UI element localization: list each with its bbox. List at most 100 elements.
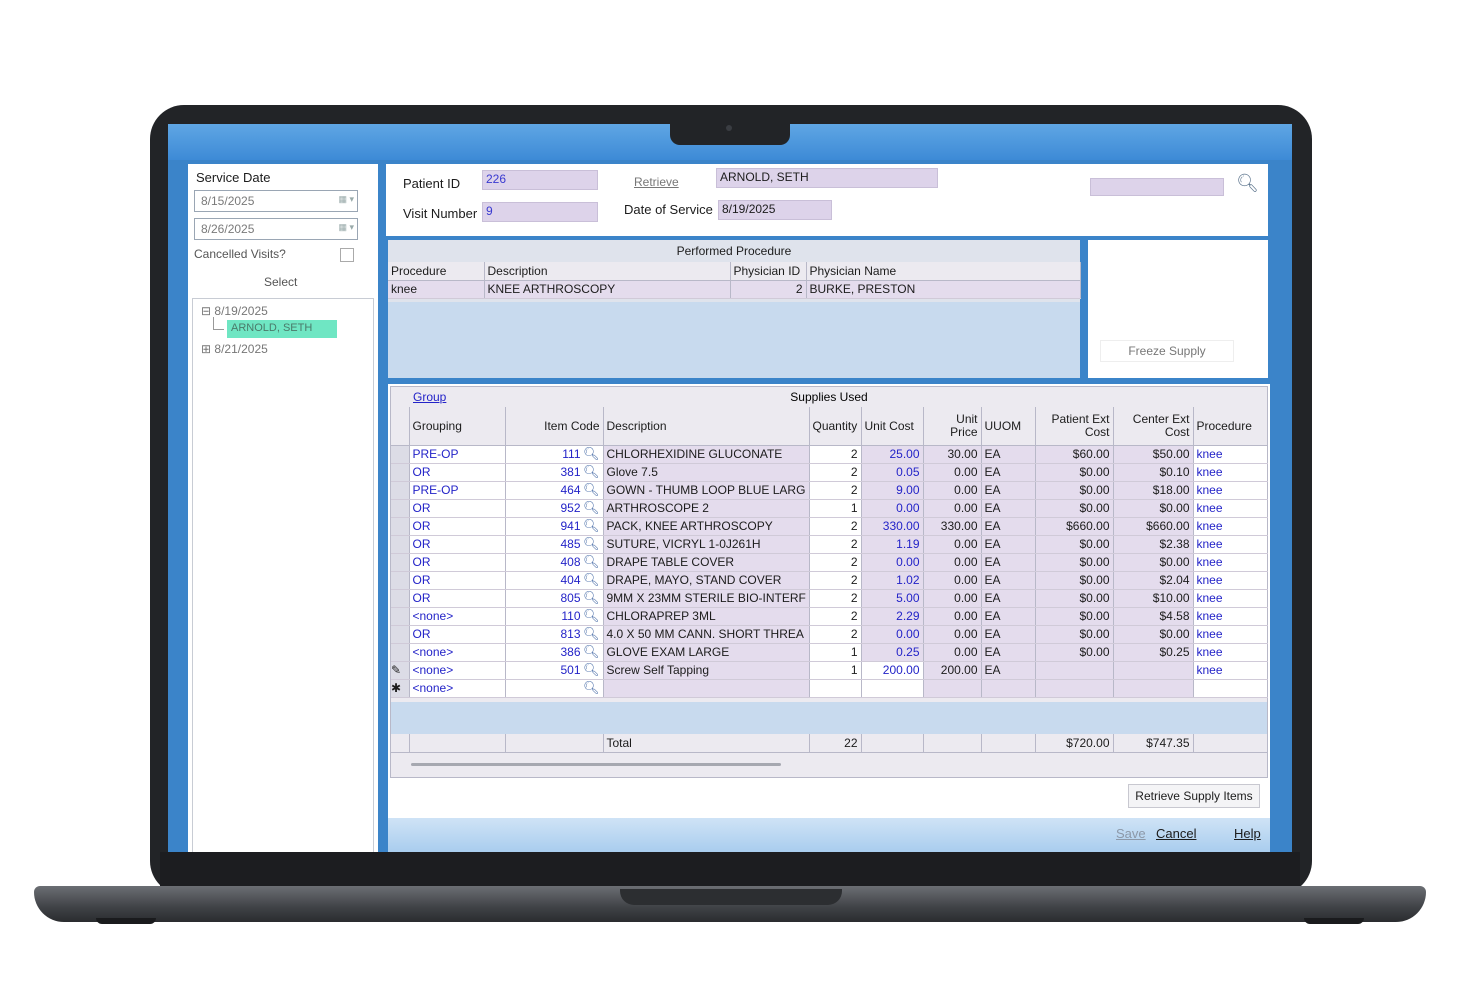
description-cell[interactable]: DRAPE, MAYO, STAND COVER bbox=[603, 571, 810, 590]
grouping-cell[interactable]: OR bbox=[409, 553, 506, 572]
center-ext-cost-cell[interactable]: $0.25 bbox=[1113, 643, 1194, 662]
center-ext-cost-cell[interactable]: $2.38 bbox=[1113, 535, 1194, 554]
patient-ext-cost-cell[interactable]: $0.00 bbox=[1035, 463, 1114, 482]
table-row[interactable]: <none> 386 🔍︎ GLOVE EXAM LARGE 1 0.25 0.00 EA $0… bbox=[391, 643, 1268, 662]
unit-price-cell[interactable]: 0.00 bbox=[923, 535, 982, 554]
new-row[interactable]: ✱ <none> 🔍︎ bbox=[391, 679, 1268, 698]
quantity-cell[interactable]: 1 bbox=[809, 643, 862, 662]
description-cell[interactable]: DRAPE TABLE COVER bbox=[603, 553, 810, 572]
procedure-cell[interactable]: knee bbox=[1193, 589, 1268, 608]
unit-price-cell[interactable]: 330.00 bbox=[923, 517, 982, 536]
grouping-cell[interactable]: OR bbox=[409, 499, 506, 518]
tree-node-date[interactable]: ⊟ 8/19/2025 bbox=[201, 304, 268, 318]
magnifier-icon[interactable]: 🔍︎ bbox=[583, 626, 600, 642]
tree-node-patient[interactable]: ARNOLD, SETH bbox=[227, 320, 337, 338]
grouping-cell[interactable]: OR bbox=[409, 589, 506, 608]
date-from-picker[interactable]: 8/15/2025 ▦ ▾ bbox=[194, 190, 358, 212]
procedure-cell[interactable]: knee bbox=[1193, 571, 1268, 590]
unit-cost-cell[interactable]: 200.00 bbox=[861, 661, 924, 680]
procedure-cell[interactable]: knee bbox=[1193, 445, 1268, 464]
item-code-cell[interactable]: 111 🔍︎ bbox=[505, 445, 604, 464]
procedure-cell[interactable] bbox=[1193, 679, 1268, 698]
unit-price-cell[interactable]: 0.00 bbox=[923, 553, 982, 572]
description-cell[interactable]: GLOVE EXAM LARGE bbox=[603, 643, 810, 662]
column-header[interactable]: Center Ext Cost bbox=[1113, 407, 1194, 446]
procedure-cell[interactable]: knee bbox=[1193, 661, 1268, 680]
unit-price-cell[interactable]: 0.00 bbox=[923, 643, 982, 662]
uuom-cell[interactable]: EA bbox=[981, 463, 1036, 482]
patient-ext-cost-cell[interactable]: $660.00 bbox=[1035, 517, 1114, 536]
procedure-cell[interactable]: knee bbox=[1193, 481, 1268, 500]
unit-cost-cell[interactable]: 0.00 bbox=[861, 625, 924, 644]
item-code-cell[interactable]: 501 🔍︎ bbox=[505, 661, 604, 680]
item-code-cell[interactable]: 🔍︎ bbox=[505, 679, 604, 698]
tree-expand-icon[interactable]: ⊞ bbox=[201, 342, 211, 356]
column-header[interactable]: Item Code bbox=[505, 407, 604, 446]
magnifier-icon[interactable]: 🔍︎ bbox=[583, 662, 600, 678]
quantity-cell[interactable]: 2 bbox=[809, 607, 862, 626]
grouping-cell[interactable]: <none> bbox=[409, 607, 506, 626]
search-field[interactable] bbox=[1090, 178, 1224, 196]
column-header[interactable]: Unit Price bbox=[923, 407, 982, 446]
table-row[interactable]: PRE-OP 111 🔍︎ CHLORHEXIDINE GLUCONATE 2 25.00… bbox=[391, 445, 1268, 464]
freeze-supply-button[interactable]: Freeze Supply bbox=[1100, 340, 1234, 362]
unit-cost-cell[interactable]: 2.29 bbox=[861, 607, 924, 626]
patient-ext-cost-cell[interactable] bbox=[1035, 661, 1114, 680]
procedure-cell[interactable]: knee bbox=[1193, 607, 1268, 626]
uuom-cell[interactable]: EA bbox=[981, 589, 1036, 608]
patient-ext-cost-cell[interactable]: $0.00 bbox=[1035, 499, 1114, 518]
magnifier-icon[interactable]: 🔍︎ bbox=[583, 644, 600, 660]
procedure-cell[interactable]: knee bbox=[1193, 625, 1268, 644]
table-row[interactable]: PRE-OP 464 🔍︎ GOWN - THUMB LOOP BLUE LARG 2 9… bbox=[391, 481, 1268, 500]
help-button[interactable]: Help bbox=[1234, 826, 1261, 841]
quantity-cell[interactable]: 2 bbox=[809, 589, 862, 608]
uuom-cell[interactable]: EA bbox=[981, 445, 1036, 464]
uuom-cell[interactable]: EA bbox=[981, 553, 1036, 572]
table-row[interactable]: knee KNEE ARTHROSCOPY 2 BURKE, PRESTON bbox=[388, 280, 1081, 299]
column-header[interactable]: Patient Ext Cost bbox=[1035, 407, 1114, 446]
magnifier-icon[interactable]: 🔍︎ bbox=[583, 554, 600, 570]
quantity-cell[interactable]: 2 bbox=[809, 553, 862, 572]
table-row[interactable]: OR 408 🔍︎ DRAPE TABLE COVER 2 0.00 0.00 EA $0.00… bbox=[391, 553, 1268, 572]
calendar-icon[interactable]: ▦ ▾ bbox=[332, 222, 354, 236]
unit-cost-cell[interactable]: 1.02 bbox=[861, 571, 924, 590]
calendar-icon[interactable]: ▦ ▾ bbox=[332, 194, 354, 208]
table-row[interactable]: <none> 110 🔍︎ CHLORAPREP 3ML 2 2.29 0.00 EA $0.0… bbox=[391, 607, 1268, 626]
column-header[interactable]: Procedure bbox=[1193, 407, 1268, 446]
unit-price-cell[interactable] bbox=[923, 679, 982, 698]
patient-ext-cost-cell[interactable]: $0.00 bbox=[1035, 643, 1114, 662]
grouping-cell[interactable]: OR bbox=[409, 571, 506, 590]
table-row[interactable]: OR 485 🔍︎ SUTURE, VICRYL 1-0J261H 2 1.19 0.00 E… bbox=[391, 535, 1268, 554]
grouping-cell[interactable]: OR bbox=[409, 517, 506, 536]
magnifier-icon[interactable]: 🔍︎ bbox=[583, 608, 600, 624]
description-cell[interactable]: PACK, KNEE ARTHROSCOPY bbox=[603, 517, 810, 536]
description-cell[interactable]: GOWN - THUMB LOOP BLUE LARG bbox=[603, 481, 810, 500]
center-ext-cost-cell[interactable] bbox=[1113, 679, 1194, 698]
table-row[interactable]: ✎ <none> 501 🔍︎ Screw Self Tapping 1 200.00 200… bbox=[391, 661, 1268, 680]
grouping-cell[interactable]: OR bbox=[409, 625, 506, 644]
procedure-cell[interactable]: knee bbox=[1193, 463, 1268, 482]
column-header[interactable]: Description bbox=[603, 407, 810, 446]
patient-ext-cost-cell[interactable]: $0.00 bbox=[1035, 481, 1114, 500]
column-header[interactable]: Procedure bbox=[388, 262, 485, 281]
item-code-cell[interactable]: 464 🔍︎ bbox=[505, 481, 604, 500]
table-row[interactable]: OR 813 🔍︎ 4.0 X 50 MM CANN. SHORT THREA 2 0.0… bbox=[391, 625, 1268, 644]
uuom-cell[interactable]: EA bbox=[981, 643, 1036, 662]
center-ext-cost-cell[interactable]: $2.04 bbox=[1113, 571, 1194, 590]
unit-cost-cell[interactable] bbox=[861, 679, 924, 698]
tree-node-date[interactable]: ⊞ 8/21/2025 bbox=[201, 342, 268, 356]
quantity-cell[interactable]: 2 bbox=[809, 535, 862, 554]
procedure-cell[interactable]: knee bbox=[1193, 643, 1268, 662]
patient-ext-cost-cell[interactable] bbox=[1035, 679, 1114, 698]
description-cell[interactable]: Screw Self Tapping bbox=[603, 661, 810, 680]
unit-price-cell[interactable]: 0.00 bbox=[923, 607, 982, 626]
unit-price-cell[interactable]: 0.00 bbox=[923, 481, 982, 500]
uuom-cell[interactable]: EA bbox=[981, 481, 1036, 500]
center-ext-cost-cell[interactable]: $660.00 bbox=[1113, 517, 1194, 536]
magnifier-icon[interactable]: 🔍︎ bbox=[583, 536, 600, 552]
cancelled-visits-checkbox[interactable] bbox=[340, 248, 354, 262]
unit-cost-cell[interactable]: 330.00 bbox=[861, 517, 924, 536]
patient-ext-cost-cell[interactable]: $0.00 bbox=[1035, 571, 1114, 590]
unit-cost-cell[interactable]: 0.00 bbox=[861, 499, 924, 518]
item-code-cell[interactable]: 386 🔍︎ bbox=[505, 643, 604, 662]
